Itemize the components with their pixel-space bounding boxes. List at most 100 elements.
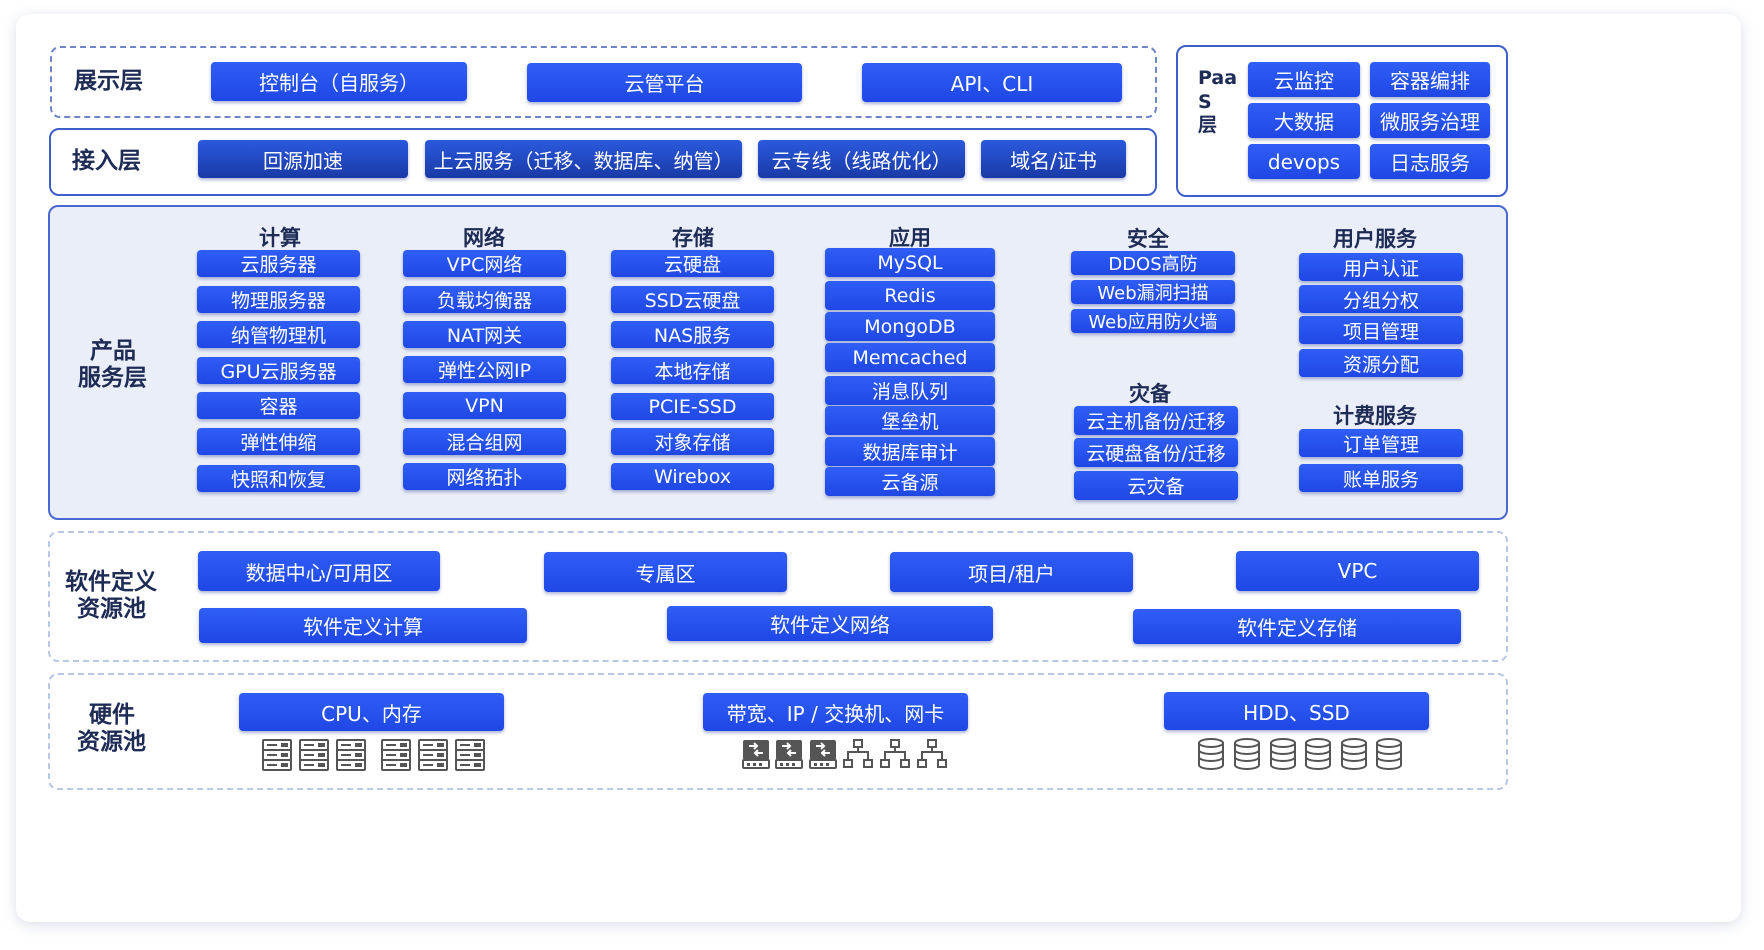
storage-item[interactable]: 对象存储 (611, 428, 774, 455)
database-disk-icon (1233, 738, 1261, 770)
user-service-item[interactable]: 用户认证 (1299, 253, 1463, 281)
hardware-label-1: 硬件 (89, 702, 135, 728)
dedicated-zone-button[interactable]: 专属区 (544, 552, 787, 592)
storage-item[interactable]: 本地存储 (611, 357, 774, 384)
network-topology-icon (843, 739, 873, 769)
network-item[interactable]: 网络拓扑 (403, 463, 566, 490)
compute-item[interactable]: 容器 (197, 392, 360, 419)
network-item[interactable]: VPC网络 (403, 250, 566, 277)
user-service-item[interactable]: 项目管理 (1299, 316, 1463, 344)
security-item[interactable]: Web漏洞扫描 (1071, 280, 1235, 304)
application-item[interactable]: 消息队列 (825, 376, 995, 405)
server-rack-icon (381, 739, 411, 771)
network-switch-icon (742, 739, 770, 769)
billing-service-heading: 计费服务 (1333, 404, 1417, 428)
sd-compute-button[interactable]: 软件定义计算 (199, 608, 527, 643)
billing-service-item[interactable]: 订单管理 (1299, 429, 1463, 457)
cpu-memory-button[interactable]: CPU、内存 (239, 693, 504, 731)
application-item[interactable]: Memcached (825, 343, 995, 372)
cloud-management-button[interactable]: 云管平台 (527, 63, 802, 102)
server-rack-icon (336, 739, 366, 771)
sdn-label-1: 软件定义 (65, 569, 157, 595)
compute-item[interactable]: 纳管物理机 (197, 321, 360, 348)
database-disk-icon (1304, 738, 1332, 770)
project-tenant-button[interactable]: 项目/租户 (890, 552, 1133, 592)
storage-item[interactable]: 云硬盘 (611, 250, 774, 277)
hardware-layer (48, 673, 1508, 790)
database-disk-icon (1340, 738, 1368, 770)
server-rack-icon (418, 739, 448, 771)
database-disk-icon (1197, 738, 1225, 770)
application-item[interactable]: MySQL (825, 248, 995, 277)
vpc-button[interactable]: VPC (1236, 551, 1479, 591)
compute-item[interactable]: 快照和恢复 (197, 465, 360, 492)
security-heading: 安全 (1127, 227, 1169, 251)
container-orchestration-button[interactable]: 容器编排 (1370, 62, 1490, 97)
paas-label-3: 层 (1198, 114, 1218, 136)
product-label-2: 服务层 (78, 365, 147, 391)
server-rack-icon (455, 739, 485, 771)
security-item[interactable]: Web应用防火墙 (1071, 309, 1235, 333)
storage-item[interactable]: SSD云硬盘 (611, 286, 774, 313)
hardware-label-2: 资源池 (77, 729, 146, 755)
disaster-item[interactable]: 云灾备 (1074, 471, 1238, 500)
server-rack-icon (262, 739, 292, 771)
network-item[interactable]: 弹性公网IP (403, 356, 566, 383)
sdn-label-2: 资源池 (77, 596, 146, 622)
domain-cert-button[interactable]: 域名/证书 (981, 140, 1126, 178)
storage-item[interactable]: PCIE-SSD (611, 393, 774, 420)
origin-acceleration-button[interactable]: 回源加速 (198, 140, 408, 178)
compute-item[interactable]: GPU云服务器 (197, 357, 360, 384)
network-item[interactable]: VPN (403, 392, 566, 419)
compute-item[interactable]: 物理服务器 (197, 286, 360, 313)
storage-heading: 存储 (672, 226, 714, 250)
log-service-button[interactable]: 日志服务 (1370, 144, 1490, 179)
security-item[interactable]: DDOS高防 (1071, 251, 1235, 275)
application-item[interactable]: 数据库审计 (825, 437, 995, 466)
database-disk-icon (1269, 738, 1297, 770)
network-switch-icon (775, 739, 803, 769)
application-item[interactable]: MongoDB (825, 312, 995, 341)
cloud-migration-button[interactable]: 上云服务（迁移、数据库、纳管） (425, 140, 742, 178)
devops-button[interactable]: devops (1248, 144, 1360, 179)
compute-item[interactable]: 弹性伸缩 (197, 428, 360, 455)
big-data-button[interactable]: 大数据 (1248, 103, 1360, 138)
network-heading: 网络 (463, 226, 505, 250)
database-disk-icon (1375, 738, 1403, 770)
api-cli-button[interactable]: API、CLI (862, 63, 1122, 102)
storage-item[interactable]: NAS服务 (611, 321, 774, 348)
disaster-item[interactable]: 云主机备份/迁移 (1074, 406, 1238, 435)
billing-service-item[interactable]: 账单服务 (1299, 464, 1463, 492)
display-layer-label: 展示层 (74, 68, 143, 94)
sd-storage-button[interactable]: 软件定义存储 (1133, 609, 1461, 644)
compute-item[interactable]: 云服务器 (197, 250, 360, 277)
console-button[interactable]: 控制台（自服务） (211, 62, 467, 101)
network-item[interactable]: 负载均衡器 (403, 286, 566, 313)
user-service-item[interactable]: 资源分配 (1299, 349, 1463, 377)
user-service-item[interactable]: 分组分权 (1299, 285, 1463, 313)
network-topology-icon (880, 739, 910, 769)
microservice-governance-button[interactable]: 微服务治理 (1370, 103, 1490, 138)
access-layer-label: 接入层 (72, 148, 141, 174)
user-service-heading: 用户服务 (1333, 227, 1417, 251)
network-item[interactable]: 混合组网 (403, 428, 566, 455)
application-item[interactable]: 堡垒机 (825, 406, 995, 435)
hdd-ssd-button[interactable]: HDD、SSD (1164, 692, 1429, 730)
compute-heading: 计算 (259, 226, 301, 250)
server-rack-icon (299, 739, 329, 771)
application-item[interactable]: 云备源 (825, 467, 995, 496)
network-switch-icon (809, 739, 837, 769)
dedicated-line-button[interactable]: 云专线（线路优化） (758, 140, 965, 178)
bandwidth-ip-button[interactable]: 带宽、IP / 交换机、网卡 (703, 693, 968, 731)
disaster-item[interactable]: 云硬盘备份/迁移 (1074, 438, 1238, 467)
network-item[interactable]: NAT网关 (403, 321, 566, 348)
disaster-heading: 灾备 (1129, 382, 1171, 406)
product-label-1: 产品 (90, 338, 136, 364)
paas-label-2: S (1198, 91, 1212, 113)
sd-network-button[interactable]: 软件定义网络 (667, 606, 993, 641)
datacenter-az-button[interactable]: 数据中心/可用区 (198, 551, 440, 591)
storage-item[interactable]: Wirebox (611, 463, 774, 490)
cloud-monitor-button[interactable]: 云监控 (1248, 62, 1360, 97)
paas-label-1: Paa (1198, 67, 1238, 89)
application-item[interactable]: Redis (825, 281, 995, 310)
